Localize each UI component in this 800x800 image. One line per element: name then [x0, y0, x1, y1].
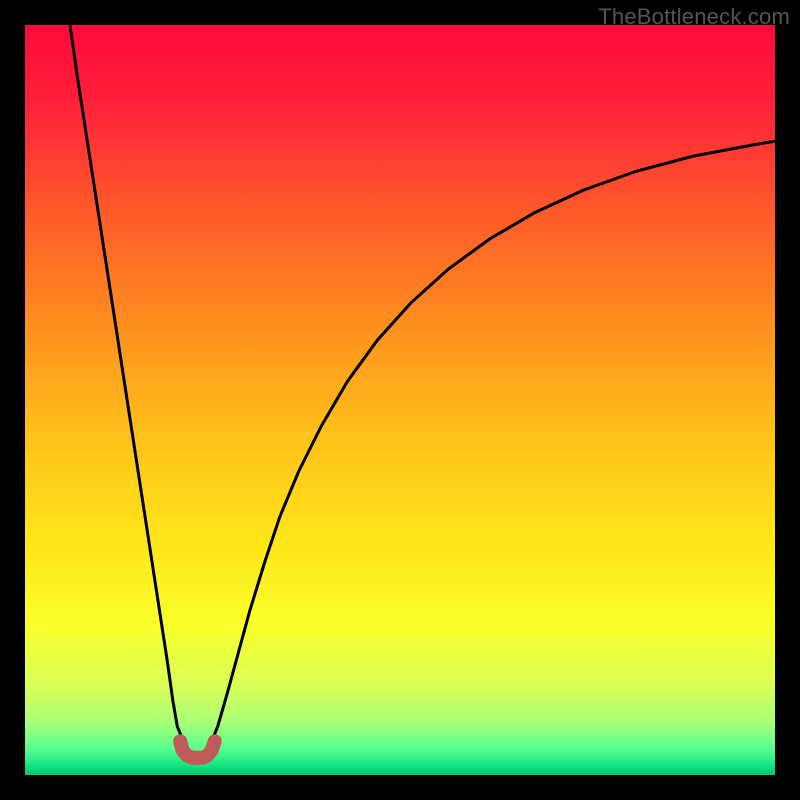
watermark-text: TheBottleneck.com — [598, 4, 790, 30]
series-right-branch — [203, 141, 775, 752]
chart-frame: TheBottleneck.com — [0, 0, 800, 800]
plot-area — [25, 25, 775, 775]
series-left-branch — [70, 25, 192, 753]
curves-layer — [25, 25, 775, 775]
series-trough-marker — [180, 741, 215, 758]
